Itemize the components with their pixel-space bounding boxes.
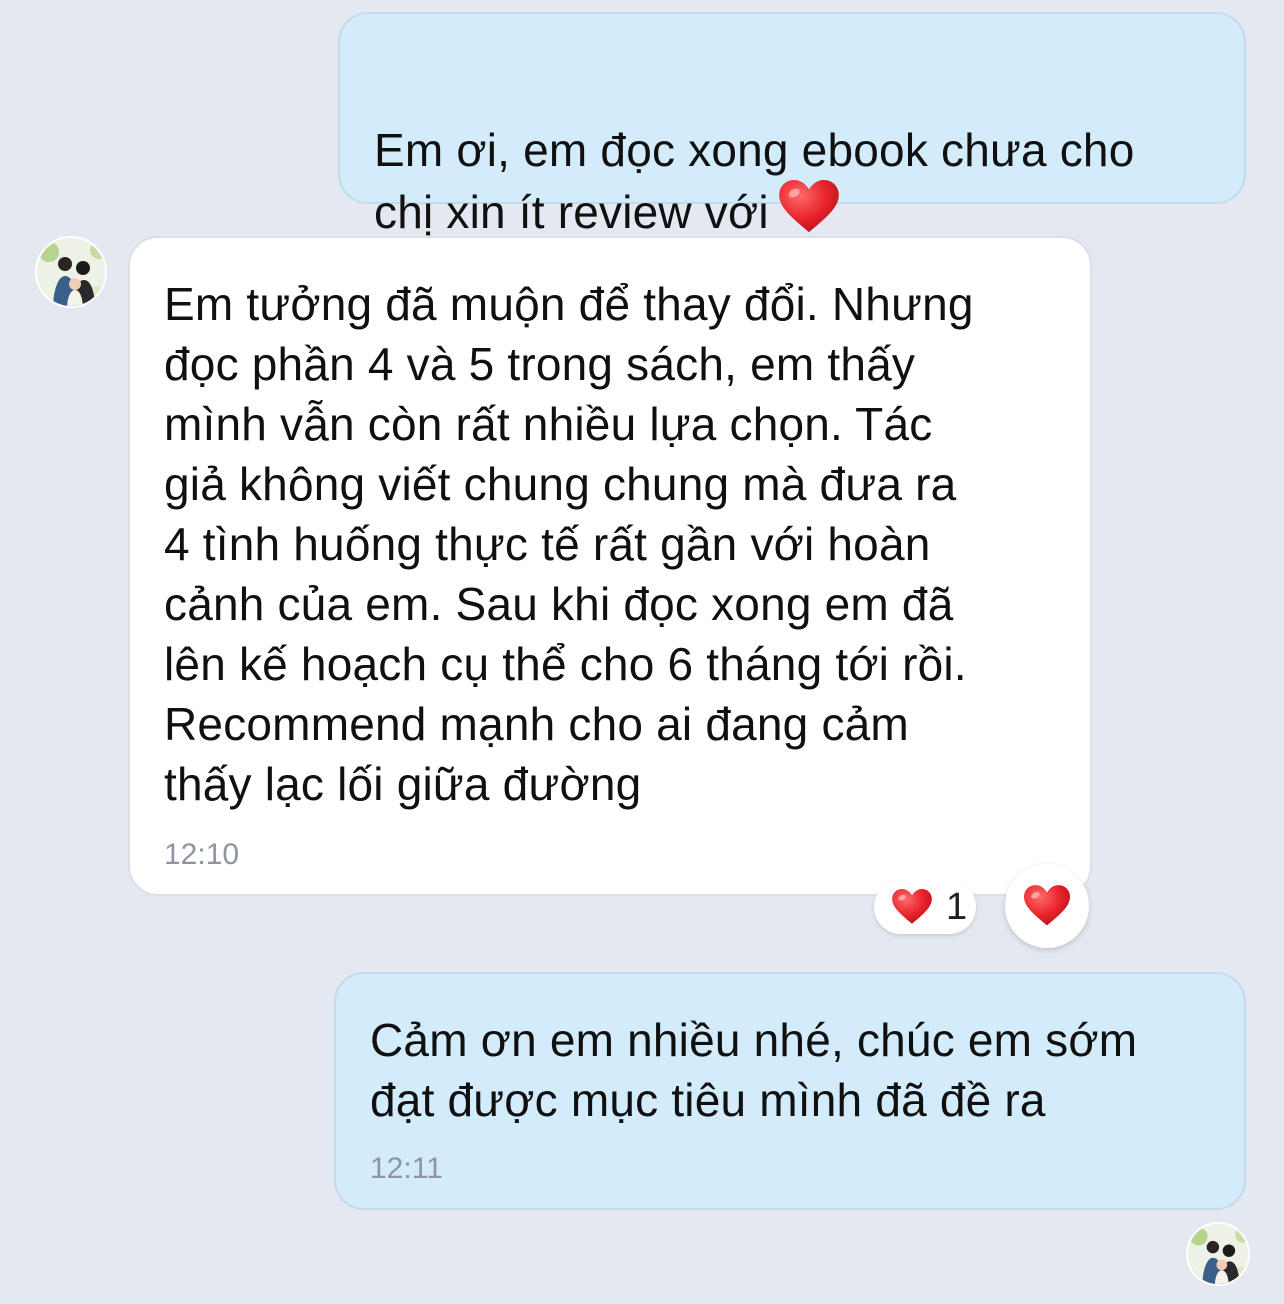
reaction-summary[interactable]: 1 bbox=[874, 880, 976, 934]
contact-avatar[interactable] bbox=[35, 236, 107, 308]
message-timestamp: 12:10 bbox=[164, 838, 240, 871]
reaction-count: 1 bbox=[946, 885, 968, 928]
message-text: Em tưởng đã muộn để thay đổi. Nhưng đọc … bbox=[164, 278, 974, 810]
message-bubble-incoming[interactable]: Em tưởng đã muộn để thay đổi. Nhưng đọc … bbox=[128, 236, 1092, 896]
message-bubble-outgoing-1[interactable]: Em ơi, em đọc xong ebook chưa cho chị xi… bbox=[338, 12, 1246, 238]
own-avatar[interactable] bbox=[1186, 1222, 1250, 1286]
heart-icon bbox=[892, 889, 932, 925]
message-text: Cảm ơn em nhiều nhé, chúc em sớm đạt đượ… bbox=[370, 1014, 1138, 1126]
message-text: Em ơi, em đọc xong ebook chưa cho chị xi… bbox=[374, 124, 1135, 238]
react-button[interactable] bbox=[1005, 864, 1089, 948]
message-bubble-outgoing-2[interactable]: Cảm ơn em nhiều nhé, chúc em sớm đạt đượ… bbox=[334, 972, 1246, 1210]
message-timestamp: 12:11 bbox=[370, 1152, 443, 1185]
heart-icon bbox=[1024, 885, 1070, 927]
